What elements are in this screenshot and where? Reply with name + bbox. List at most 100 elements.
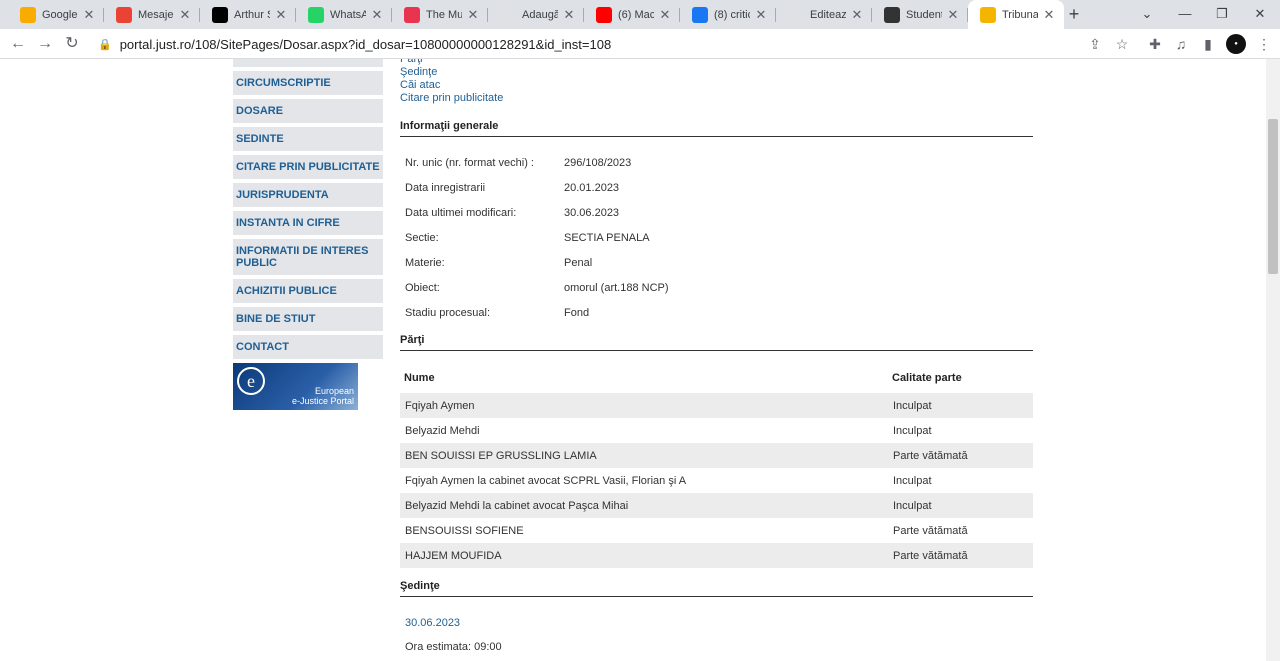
facebook-icon	[692, 6, 708, 23]
close-tab-icon[interactable]: ✕	[562, 7, 576, 23]
parti-row: Belyazid Mehdi la cabinet avocat Paşca M…	[400, 493, 1033, 518]
media-icon[interactable]: ♫	[1171, 34, 1191, 54]
browser-tab[interactable]: Arthur Sc ✕	[200, 0, 296, 29]
ejustice-banner[interactable]: e European e-Justice Portal	[233, 363, 358, 410]
parti-role: Parte vătămată	[893, 449, 968, 462]
browser-tab[interactable]: Tribunalu ✕	[968, 0, 1064, 29]
sidebar-item-citare-prin-publicitate[interactable]: CITARE PRIN PUBLICITATE	[233, 155, 383, 179]
whatsapp-icon	[308, 6, 324, 23]
sidebar-item-sedinte[interactable]: SEDINTE	[233, 127, 383, 151]
tab-strip: + ⌄ — ❐ ✕ Google A✕Mesaje pr✕Arthur Sc✕W…	[0, 0, 1280, 29]
sedinta-date-link[interactable]: 30.06.2023	[405, 617, 1033, 629]
sidebar-item-informatii-de-interes-public[interactable]: INFORMATII DE INTERES PUBLIC	[233, 239, 383, 275]
info-section-title: Informaţii generale	[400, 120, 1033, 137]
parti-row: Fqiyah Aymen la cabinet avocat SCPRL Vas…	[400, 468, 1033, 493]
sidebar-item-hidden[interactable]	[233, 59, 383, 67]
page-scrollbar[interactable]	[1266, 59, 1280, 661]
info-row: Data inregistrarii 20.01.2023	[405, 182, 1033, 207]
parti-header-row: Nume Calitate parte	[400, 363, 1033, 393]
tab-title: The Much	[426, 8, 462, 21]
browser-tab[interactable]: Adaugă a ✕	[488, 0, 584, 29]
parti-name: BENSOUISSI SOFIENE	[405, 524, 524, 537]
info-row: Sectie: SECTIA PENALA	[405, 232, 1033, 257]
side-panel-icon[interactable]: ▮	[1198, 34, 1218, 54]
info-label: Data ultimei modificari:	[405, 207, 517, 219]
ejustice-line2: e-Justice Portal	[291, 396, 354, 406]
browser-toolbar: ← → ↻ 🔒 portal.just.ro/108/SitePages/Dos…	[0, 29, 1280, 59]
minimize-icon[interactable]: —	[1175, 4, 1195, 24]
ejustice-logo-icon: e	[237, 367, 265, 395]
address-bar[interactable]: 🔒 portal.just.ro/108/SitePages/Dosar.asp…	[90, 32, 1140, 56]
section-link[interactable]: Citare prin publicitate	[400, 92, 1033, 105]
browser-tab[interactable]: WhatsApp ✕	[296, 0, 392, 29]
info-row: Stadiu procesual: Fond	[405, 307, 1033, 332]
close-tab-icon[interactable]: ✕	[850, 7, 864, 23]
browser-tab[interactable]: (6) Macar ✕	[584, 0, 680, 29]
tab-title: Mesaje pr	[138, 8, 174, 21]
bookmark-star-icon[interactable]: ☆	[1112, 34, 1132, 54]
parti-role: Parte vătămată	[893, 549, 968, 562]
close-tab-icon[interactable]: ✕	[82, 7, 96, 23]
profile-avatar[interactable]: ●	[1226, 34, 1246, 54]
browser-tab[interactable]: Editează ✕	[776, 0, 872, 29]
url-text: portal.just.ro/108/SitePages/Dosar.aspx?…	[119, 36, 612, 52]
cloud-icon	[500, 6, 516, 23]
tab-title: Editează	[810, 8, 846, 21]
restore-icon[interactable]: ❐	[1212, 4, 1232, 24]
cloud-icon	[788, 6, 804, 23]
sidebar-item-contact[interactable]: CONTACT	[233, 335, 383, 359]
info-row: Data ultimei modificari: 30.06.2023	[405, 207, 1033, 232]
info-value: omorul (art.188 NCP)	[564, 282, 669, 294]
tab-title: Adaugă a	[522, 8, 558, 21]
info-value: 296/108/2023	[564, 157, 632, 169]
forward-icon[interactable]: →	[35, 34, 55, 54]
parti-name: Belyazid Mehdi la cabinet avocat Paşca M…	[405, 499, 629, 512]
close-tab-icon[interactable]: ✕	[370, 7, 384, 23]
sidebar-item-achizitii-publice[interactable]: ACHIZITII PUBLICE	[233, 279, 383, 303]
tab-search-icon[interactable]: ⌄	[1137, 4, 1157, 24]
sidebar-item-circumscriptie[interactable]: CIRCUMSCRIPTIE	[233, 71, 383, 95]
section-link[interactable]: Căi atac	[400, 79, 1033, 92]
tab-title: Arthur Sc	[234, 8, 270, 21]
sidebar-item-bine-de-stiut[interactable]: BINE DE STIUT	[233, 307, 383, 331]
section-link[interactable]: Părţi	[400, 59, 1033, 66]
browser-tab[interactable]: Mesaje pr ✕	[104, 0, 200, 29]
page-content: CIRCUMSCRIPTIE DOSARE SEDINTE CITARE PRIN P…	[0, 59, 1266, 661]
ejustice-line1: European	[314, 386, 354, 396]
close-tab-icon[interactable]: ✕	[178, 7, 192, 23]
browser-tab[interactable]: (8) critica ✕	[680, 0, 776, 29]
parti-header-role: Calitate parte	[892, 372, 962, 384]
parti-table: Nume Calitate parte Fqiyah Aymen Inculpat…	[400, 363, 1033, 568]
new-tab-button[interactable]: +	[1064, 4, 1084, 24]
lock-icon: 🔒	[98, 38, 112, 51]
info-row: Materie: Penal	[405, 257, 1033, 282]
close-tab-icon[interactable]: ✕	[946, 7, 960, 23]
court-icon	[980, 6, 996, 23]
close-tab-icon[interactable]: ✕	[1042, 7, 1056, 23]
extensions-icon[interactable]: ✚	[1145, 34, 1165, 54]
sidebar-item-instanta-in-cifre[interactable]: INSTANTA IN CIFRE	[233, 211, 383, 235]
scrollbar-thumb[interactable]	[1268, 119, 1278, 274]
parti-role: Inculpat	[893, 424, 932, 437]
reload-icon[interactable]: ↻	[62, 34, 82, 54]
parti-role: Parte vătămată	[893, 524, 968, 537]
menu-icon[interactable]: ⋮	[1254, 34, 1274, 54]
close-tab-icon[interactable]: ✕	[754, 7, 768, 23]
section-link[interactable]: Şedinţe	[400, 66, 1033, 79]
browser-tab[interactable]: The Much ✕	[392, 0, 488, 29]
back-icon[interactable]: ←	[8, 34, 28, 54]
share-icon[interactable]: ⇪	[1085, 34, 1105, 54]
ejustice-text: European e-Justice Portal	[292, 386, 354, 406]
youtube-icon	[596, 6, 612, 23]
close-window-icon[interactable]: ✕	[1250, 4, 1270, 24]
close-tab-icon[interactable]: ✕	[274, 7, 288, 23]
sidebar-item-dosare[interactable]: DOSARE	[233, 99, 383, 123]
close-tab-icon[interactable]: ✕	[466, 7, 480, 23]
browser-tab[interactable]: Studenții ✕	[872, 0, 968, 29]
parti-header-name: Nume	[404, 372, 435, 384]
close-tab-icon[interactable]: ✕	[658, 7, 672, 23]
sedinta-time: Ora estimata: 09:00	[405, 641, 502, 653]
browser-tab[interactable]: Google A ✕	[8, 0, 104, 29]
sidebar-item-jurisprudenta[interactable]: JURISPRUDENTA	[233, 183, 383, 207]
info-value: SECTIA PENALA	[564, 232, 650, 244]
